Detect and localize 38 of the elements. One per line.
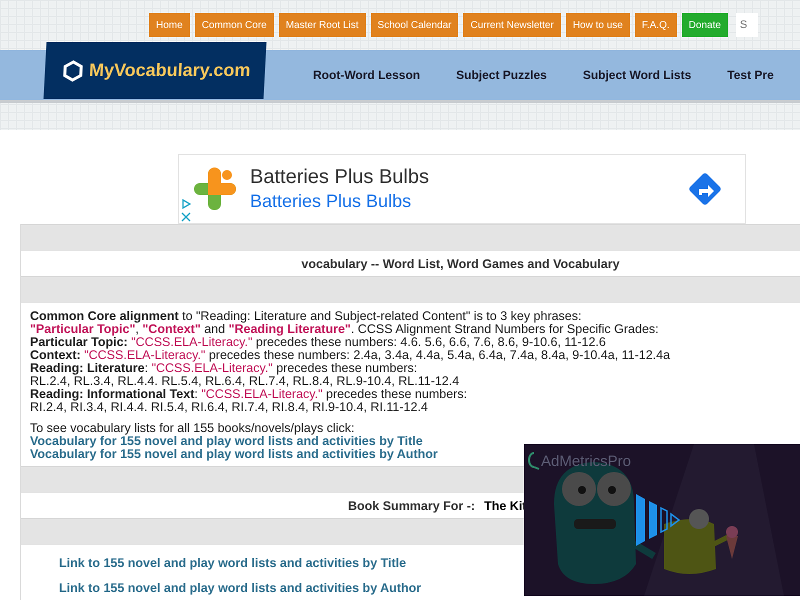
alignment-text: "Particular Topic", "Context" and "Reading Literature". CCSS Alignment Strand Numbers for Specific Grades:	[30, 323, 660, 336]
plus-logo-icon	[192, 166, 238, 212]
list-link[interactable]: Vocabulary for 155 novel and play word lists and activities by Author	[30, 448, 438, 461]
ad-choices-icon[interactable]	[181, 199, 191, 209]
logo-text: MyVocabulary.com	[88, 60, 251, 81]
ad-title: Batteries Plus Bulbs	[250, 166, 430, 189]
nav-link[interactable]: Test Pre	[727, 68, 774, 82]
donate-button[interactable]: Donate	[682, 13, 728, 37]
alignment-text: Reading: Literature: "CCSS.ELA-Literacy." precedes these numbers:	[30, 362, 418, 375]
nav-button[interactable]: How to use	[566, 13, 630, 37]
nav-button[interactable]: Master Root List	[278, 13, 366, 37]
summary-label: Book Summary For -:	[348, 498, 476, 512]
nav-button[interactable]: Home	[149, 13, 190, 37]
alignment-text: Context: "CCSS.ELA-Literacy." precedes these numbers: 2.4a, 3.4a, 4.4a, 5.4a, 6.4a, 7.4a, 8.4a, 9-10.4a, 11-12.4a	[30, 349, 672, 362]
hexagon-icon	[62, 60, 84, 82]
nav-link[interactable]: Root-Word Lesson	[313, 68, 420, 82]
alignment-text: Reading: Informational Text: "CCSS.ELA-Literacy." precedes these numbers:	[30, 388, 468, 401]
alignment-text: Particular Topic: "CCSS.ELA-Literacy." precedes these numbers: 4.6. 5.6, 6.6, 7.6, 8.6, 9-10.6, 11-12.6	[30, 336, 606, 349]
nav-button[interactable]: Common Core	[194, 13, 274, 37]
nav-button[interactable]: F.A.Q.	[634, 13, 677, 37]
close-icon[interactable]	[181, 212, 191, 222]
q-logo-icon	[528, 452, 540, 470]
list-link[interactable]: Vocabulary for 155 novel and play word lists and activities by Title	[30, 435, 423, 448]
page-title: vocabulary -- Word List, Word Games and Vocabulary	[301, 256, 620, 270]
alignment-text: RL.2.4, RL.3.4, RL.4.4. RL.5.4, RL.6.4, RL.7.4, RL.8.4, RL.9-10.4, RL.11-12.4	[30, 375, 460, 388]
alignment-text: RI.2.4, RI.3.4, RI.4.4. RI.5.4, RI.6.4, RI.7.4, RI.8.4, RI.9-10.4, RI.11-12.4	[30, 401, 429, 414]
search-field[interactable]: S	[736, 13, 758, 37]
brand-label: AdMetricsPro	[541, 452, 632, 470]
site-logo[interactable]: MyVocabulary.com	[44, 42, 266, 99]
nav-button[interactable]: School Calendar	[370, 13, 458, 37]
nav-link[interactable]: Subject Puzzles	[456, 68, 547, 82]
intro-text: To see vocabulary lists for all 155 books/novels/plays click:	[30, 422, 356, 435]
list-link[interactable]: Link to 155 novel and play word lists and activities by Author	[59, 576, 422, 600]
nav-button[interactable]: Current Newsletter	[463, 13, 561, 37]
ad-subtitle: Batteries Plus Bulbs	[250, 191, 412, 212]
nav-link[interactable]: Subject Word Lists	[582, 68, 692, 82]
alignment-text: Common Core alignment to "Reading: Literature and Subject-related Content" is to 3 key phrases:	[30, 310, 582, 323]
list-link[interactable]: Link to 155 novel and play word lists and activities by Title	[59, 551, 406, 576]
